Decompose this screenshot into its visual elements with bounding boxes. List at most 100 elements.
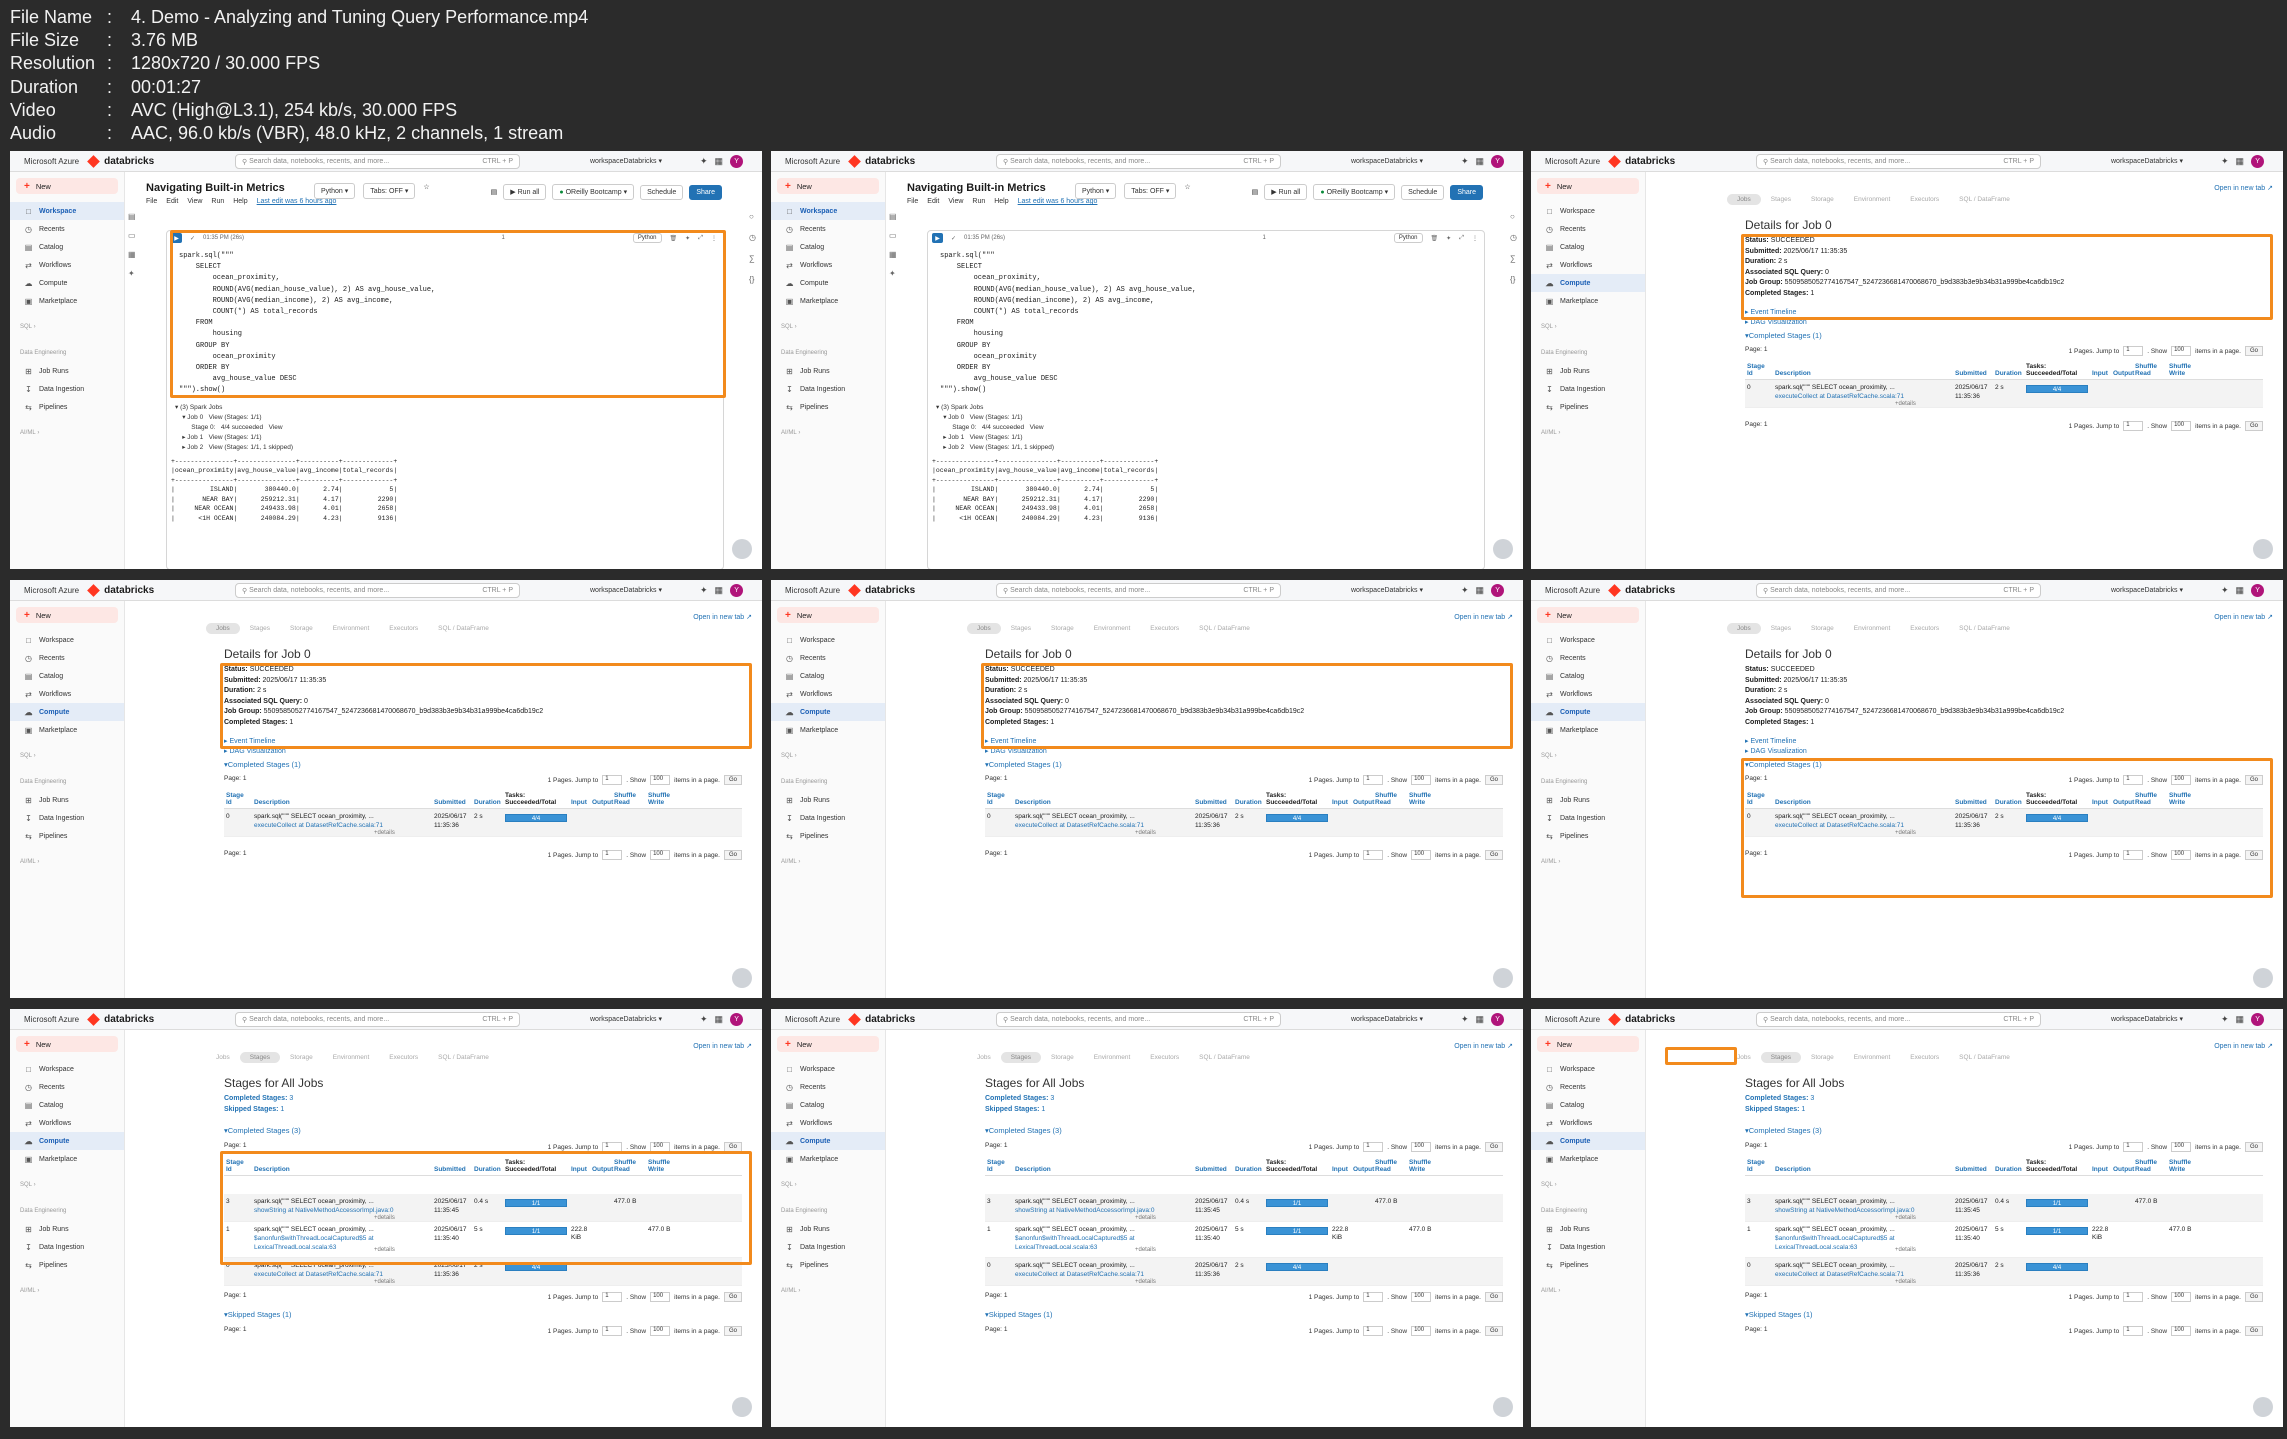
sidebar-item-data-ingestion[interactable]: ↧ Data Ingestion — [771, 809, 885, 827]
jump-to-input[interactable]: 1 — [1363, 850, 1384, 860]
search-input[interactable]: ⚲ Search data, notebooks, recents, and m… — [1756, 1012, 2041, 1027]
sidebar-item-workspace[interactable]: □ Workspace — [771, 202, 885, 220]
col-output[interactable]: Output — [1353, 1166, 1374, 1173]
sidebar-section-aiml[interactable]: AI/ML › — [771, 424, 885, 442]
col-duration[interactable]: Duration — [474, 799, 501, 806]
stage-callsite-link[interactable]: executeCollect at DatasetRefCache.scala:… — [1015, 1271, 1144, 1279]
assistant-icon[interactable]: ✦ — [2221, 1014, 2229, 1025]
avatar[interactable]: Y — [2251, 155, 2265, 168]
go-button[interactable]: Go — [1484, 1142, 1503, 1152]
sidebar-item-data-ingestion[interactable]: ↧ Data Ingestion — [10, 380, 124, 398]
sidebar-item-compute[interactable]: ☁ Compute — [10, 274, 124, 292]
search-input[interactable]: ⚲ Search data, notebooks, recents, and m… — [235, 583, 520, 598]
assistant-icon[interactable]: ✦ — [1461, 1014, 1469, 1025]
comments-icon[interactable]: ○ — [1510, 212, 1517, 221]
sidebar-item-catalog[interactable]: ▤ Catalog — [1531, 667, 1645, 685]
apps-icon[interactable]: ▦ — [715, 1014, 724, 1025]
col-shuffle-write[interactable]: Shuffle Write — [2169, 792, 2197, 806]
sidebar-item-data-ingestion[interactable]: ↧ Data Ingestion — [10, 809, 124, 827]
sidebar-item-data-ingestion[interactable]: ↧ Data Ingestion — [1531, 1238, 1645, 1256]
stage-callsite-link[interactable]: $anonfun$withThreadLocalCaptured$5 at — [1775, 1235, 1895, 1243]
assistant-fab-icon[interactable] — [732, 539, 752, 559]
new-button[interactable]: + New — [1537, 607, 1639, 623]
spark-job-line[interactable]: ▸ Job 1 View (Stages: 1/1) — [936, 433, 1484, 443]
tab-sql-dataframe[interactable]: SQL / DataFrame — [428, 1052, 499, 1063]
tab-sql-dataframe[interactable]: SQL / DataFrame — [428, 623, 499, 634]
tab-storage[interactable]: Storage — [1041, 623, 1084, 634]
col-output[interactable]: Output — [592, 1166, 613, 1173]
sidebar-item-workflows[interactable]: ⇄ Workflows — [771, 1114, 885, 1132]
tab-sql-dataframe[interactable]: SQL / DataFrame — [1189, 623, 1260, 634]
sidebar-item-pipelines[interactable]: ⇆ Pipelines — [10, 398, 124, 416]
page-size-input[interactable]: 100 — [2171, 1326, 2192, 1336]
page-size-input[interactable]: 100 — [650, 1292, 671, 1302]
page-size-input[interactable]: 100 — [650, 775, 671, 785]
go-button[interactable]: Go — [723, 775, 742, 785]
apps-icon[interactable]: ▦ — [1476, 156, 1485, 167]
page-size-input[interactable]: 100 — [1411, 1142, 1432, 1152]
sidebar-item-workflows[interactable]: ⇄ Workflows — [10, 256, 124, 274]
sidebar-item-catalog[interactable]: ▤ Catalog — [10, 1096, 124, 1114]
sidebar-section-sql[interactable]: SQL › — [10, 318, 124, 336]
assistant-cell-icon[interactable]: ✦ — [1446, 235, 1451, 242]
sidebar-item-pipelines[interactable]: ⇆ Pipelines — [771, 827, 885, 845]
notebook-cell[interactable]: ▶ ✓ 01:35 PM (26s) 1 Python 🗑 ✦ ⤢ ⋮ spark.sql(""… — [927, 230, 1485, 569]
col-shuffle-read[interactable]: Shuffle Read — [2135, 363, 2163, 377]
stage-callsite-link[interactable]: executeCollect at DatasetRefCache.scala:… — [1015, 822, 1144, 830]
avatar[interactable]: Y — [730, 1013, 744, 1026]
sidebar-section-sql[interactable]: SQL › — [1531, 318, 1645, 336]
search-input[interactable]: ⚲ Search data, notebooks, recents, and m… — [1756, 154, 2041, 169]
sidebar-item-marketplace[interactable]: ▣ Marketplace — [10, 1150, 124, 1168]
col-shuffle-write[interactable]: Shuffle Write — [1409, 1159, 1437, 1173]
tab-jobs[interactable]: Jobs — [206, 623, 240, 634]
avatar[interactable]: Y — [1491, 1013, 1505, 1026]
sidebar-section-sql[interactable]: SQL › — [771, 747, 885, 765]
page-number[interactable]: 1 — [1004, 850, 1008, 857]
open-in-new-tab-link[interactable]: Open in new tab ↗ — [693, 613, 752, 621]
sidebar-item-catalog[interactable]: ▤ Catalog — [771, 667, 885, 685]
apps-icon[interactable]: ▦ — [2236, 585, 2245, 596]
databricks-logo[interactable]: databricks — [87, 154, 154, 168]
folder-icon[interactable]: ▭ — [889, 231, 897, 240]
sidebar-item-recents[interactable]: ◷ Recents — [1531, 220, 1645, 238]
stage-callsite-link[interactable]: showString at NativeMethodAccessorImpl.j… — [1015, 1207, 1154, 1215]
sidebar-item-workspace[interactable]: □ Workspace — [10, 202, 124, 220]
assistant-icon[interactable]: ✦ — [700, 585, 708, 596]
sidebar-section-aiml[interactable]: AI/ML › — [771, 853, 885, 871]
tab-environment[interactable]: Environment — [1844, 1052, 1901, 1063]
stage-callsite-line2[interactable]: LexicalThreadLocal.scala:63 — [254, 1244, 336, 1252]
sidebar-item-pipelines[interactable]: ⇆ Pipelines — [1531, 398, 1645, 416]
page-size-input[interactable]: 100 — [650, 1326, 671, 1336]
cluster-select[interactable]: ● OReilly Bootcamp ▾ — [1313, 184, 1396, 200]
completed-stages-toggle[interactable]: ▾Completed Stages (3) — [1745, 1126, 1822, 1135]
assistant-side-icon[interactable]: ✦ — [128, 269, 136, 278]
avatar[interactable]: Y — [2251, 1013, 2265, 1026]
tab-jobs[interactable]: Jobs — [1727, 1052, 1761, 1063]
event-timeline-toggle[interactable]: ▸ Event Timeline — [1745, 308, 2064, 319]
catalog-icon[interactable]: ▦ — [128, 250, 136, 259]
tab-jobs[interactable]: Jobs — [1727, 194, 1761, 205]
col-submitted[interactable]: Submitted — [1955, 799, 1987, 806]
menu-view[interactable]: View — [187, 198, 202, 205]
sidebar-item-workspace[interactable]: □ Workspace — [1531, 1060, 1645, 1078]
menu-view[interactable]: View — [948, 198, 963, 205]
delete-icon[interactable]: 🗑 — [1431, 235, 1439, 242]
col-duration[interactable]: Duration — [1995, 1166, 2022, 1173]
page-number[interactable]: 1 — [1764, 421, 1768, 428]
dag-visualization-toggle[interactable]: ▸ DAG Visualization — [985, 747, 1304, 758]
open-in-new-tab-link[interactable]: Open in new tab ↗ — [2214, 1042, 2273, 1050]
go-button[interactable]: Go — [1484, 775, 1503, 785]
menu-run[interactable]: Run — [211, 198, 224, 205]
cell-language[interactable]: Python — [632, 233, 662, 243]
tab-sql-dataframe[interactable]: SQL / DataFrame — [1189, 1052, 1260, 1063]
page-size-input[interactable]: 100 — [2171, 850, 2192, 860]
tab-storage[interactable]: Storage — [280, 1052, 323, 1063]
details-toggle[interactable]: +details — [1895, 1214, 1916, 1222]
page-number[interactable]: 1 — [243, 1326, 247, 1333]
col-shuffle-write[interactable]: Shuffle Write — [648, 1159, 676, 1173]
go-button[interactable]: Go — [2244, 775, 2263, 785]
sidebar-item-recents[interactable]: ◷ Recents — [10, 649, 124, 667]
page-number[interactable]: 1 — [1004, 775, 1008, 782]
sidebar-item-workspace[interactable]: □ Workspace — [10, 631, 124, 649]
sidebar-item-pipelines[interactable]: ⇆ Pipelines — [771, 1256, 885, 1274]
